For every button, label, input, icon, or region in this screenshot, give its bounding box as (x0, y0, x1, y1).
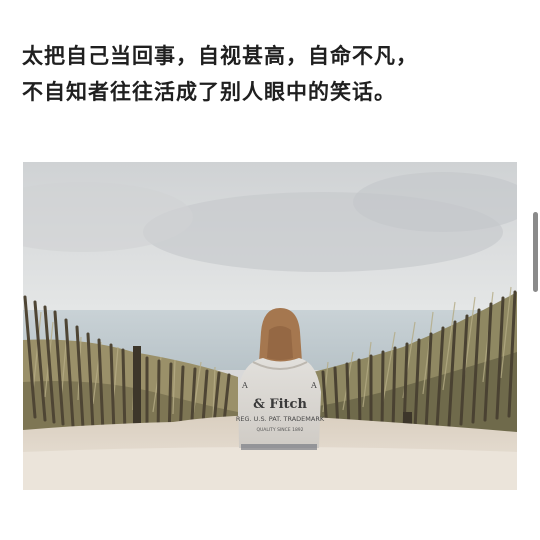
beach-scene: & Fitch REG. U.S. PAT. TRADEMARK QUALITY… (23, 162, 517, 490)
hoodie-text-1: & Fitch (253, 397, 307, 412)
article-text: 太把自己当回事，自视甚高，自命不凡， 不自知者往往活成了别人眼中的笑话。 (22, 38, 522, 110)
article-line-2: 不自知者往往活成了别人眼中的笑话。 (22, 80, 396, 104)
hoodie-text-2: REG. U.S. PAT. TRADEMARK (236, 415, 325, 423)
svg-text:A: A (241, 381, 248, 390)
svg-text:A: A (310, 381, 317, 390)
article-photo: & Fitch REG. U.S. PAT. TRADEMARK QUALITY… (23, 162, 517, 490)
sand-foreground (23, 447, 517, 490)
scrollbar-thumb[interactable] (533, 212, 538, 292)
hoodie-text-3: QUALITY SINCE 1892 (256, 427, 303, 433)
article-line-1: 太把自己当回事，自视甚高，自命不凡， (22, 44, 418, 68)
